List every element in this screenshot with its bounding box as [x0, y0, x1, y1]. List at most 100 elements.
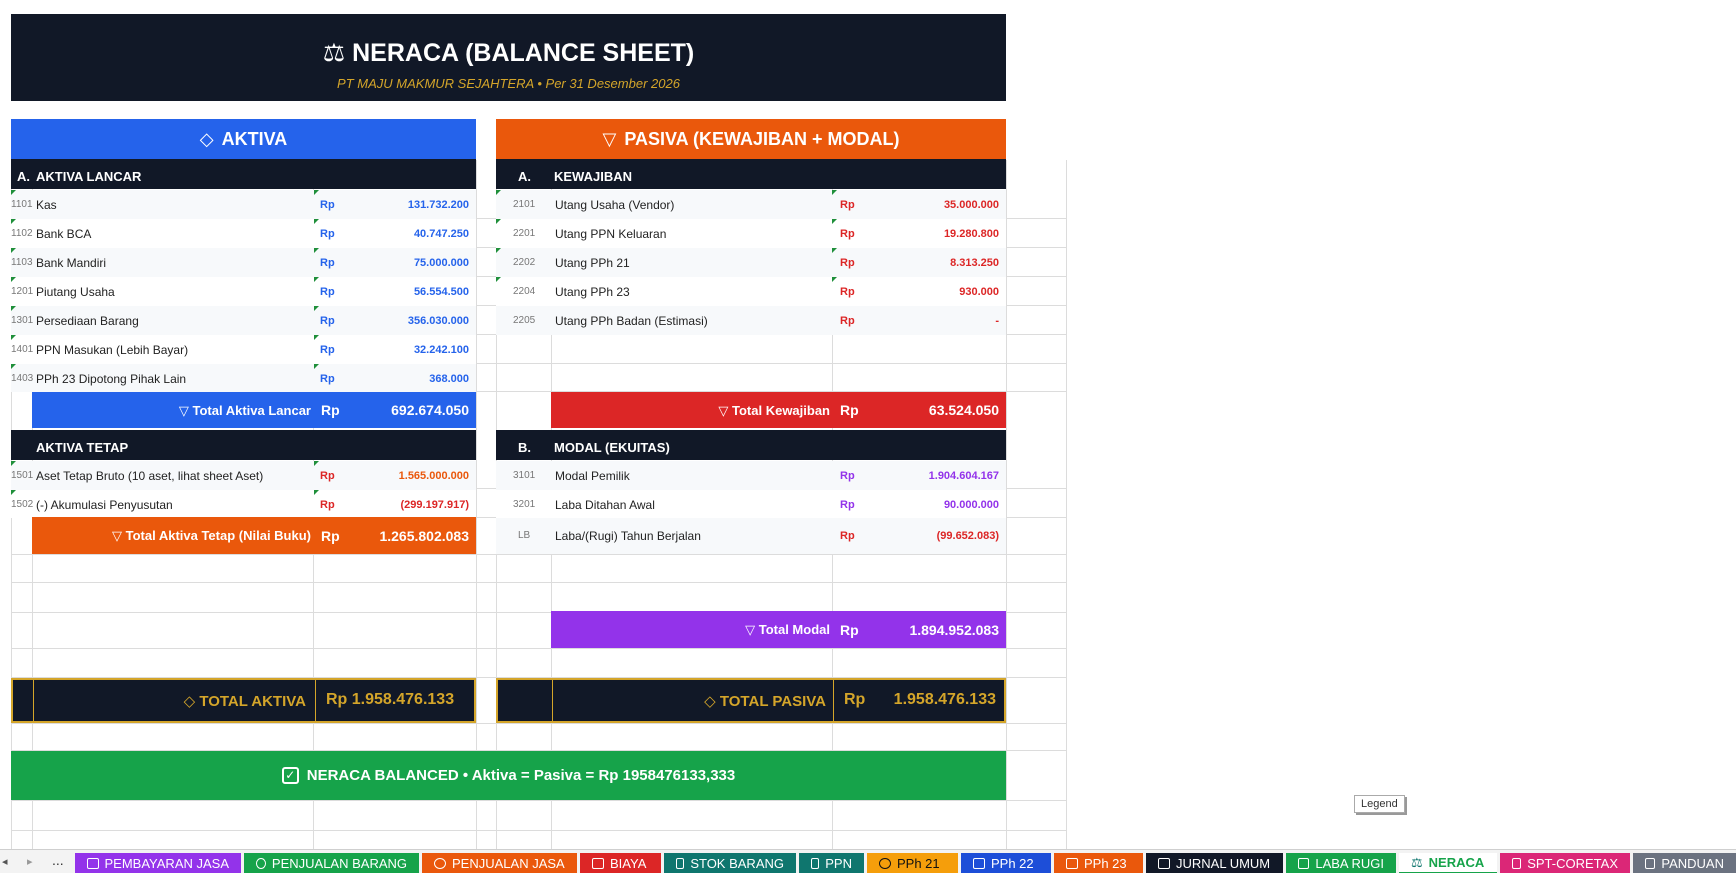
currency-label: Rp [320, 199, 335, 211]
account-label: Bank BCA [36, 227, 92, 241]
table-row[interactable]: 2101 Utang Usaha (Vendor) Rp 35.000.000 [496, 190, 1006, 219]
table-row[interactable]: 1101 Kas Rp 131.732.200 [11, 190, 476, 219]
currency-label: Rp [320, 257, 335, 269]
total-pasiva-row[interactable]: ◇ TOTAL PASIVA Rp 1.958.476.133 [496, 678, 1006, 723]
total-aktiva-tetap[interactable]: ▽ Total Aktiva Tetap (Nilai Buku) Rp 1.2… [32, 517, 476, 554]
total-kewajiban[interactable]: ▽ Total Kewajiban Rp 63.524.050 [551, 392, 1006, 428]
currency-label: Rp [321, 528, 340, 544]
currency-label: Rp [320, 315, 335, 327]
currency-label: Rp [840, 499, 855, 511]
currency-label: Rp [840, 470, 855, 482]
tab-neraca[interactable]: ⚖ NERACA [1399, 853, 1497, 873]
table-row[interactable]: 2201 Utang PPN Keluaran Rp 19.280.800 [496, 219, 1006, 248]
table-row[interactable]: 1401 PPN Masukan (Lebih Bayar) Rp 32.242… [11, 335, 476, 364]
triangle-down-icon: ▽ [602, 128, 617, 149]
account-value: 131.732.200 [407, 199, 469, 211]
account-code: 1502 [11, 499, 34, 510]
table-row[interactable]: 1201 Piutang Usaha Rp 56.554.500 [11, 277, 476, 306]
currency-label: Rp [840, 530, 855, 542]
briefcase-icon [87, 858, 99, 869]
tab-pph-21[interactable]: PPh 21 [867, 853, 958, 873]
table-row[interactable]: 1103 Bank Mandiri Rp 75.000.000 [11, 248, 476, 277]
open-book-icon [1645, 858, 1656, 869]
tab-pph-23[interactable]: PPh 23 [1054, 853, 1143, 873]
account-code: 1201 [11, 286, 34, 297]
document-icon [1512, 858, 1522, 869]
aktiva-header[interactable]: ◇ AKTIVA [11, 119, 476, 159]
table-row[interactable]: 3201 Laba Ditahan Awal Rp 90.000.000 [496, 490, 1006, 518]
account-value: 1.565.000.000 [398, 470, 469, 482]
account-code: 1101 [11, 199, 33, 210]
account-value: - [995, 315, 999, 327]
account-value: 368.000 [429, 373, 469, 385]
total-aktiva-row[interactable]: ◇ TOTAL AKTIVA Rp 1.958.476.133 [11, 678, 476, 723]
scale-icon: ⚖ [322, 39, 353, 67]
account-value: 356.030.000 [407, 315, 469, 327]
tab-ppn[interactable]: PPN [799, 853, 864, 873]
account-label: Aset Tetap Bruto (10 aset, lihat sheet A… [36, 469, 264, 483]
tab-laba-rugi[interactable]: LABA RUGI [1286, 853, 1396, 873]
currency-label: Rp [321, 402, 340, 418]
tab-panduan[interactable]: PANDUAN [1633, 853, 1736, 873]
grand-total-label: ◇ TOTAL AKTIVA [183, 693, 306, 710]
currency-label: Rp [320, 286, 335, 298]
tab-pph-22[interactable]: PPh 22 [961, 853, 1051, 873]
more-tabs-button[interactable]: ... [52, 852, 64, 868]
account-code: 2201 [513, 228, 536, 239]
modal-header[interactable]: B. MODAL (EKUITAS) [496, 430, 1006, 460]
section-title: MODAL (EKUITAS) [554, 440, 670, 455]
tab-penjualan-jasa[interactable]: PENJUALAN JASA [422, 853, 577, 873]
tab-jurnal-umum[interactable]: JURNAL UMUM [1146, 853, 1283, 873]
section-title: AKTIVA TETAP [36, 440, 129, 455]
sheet-header: ⚖ NERACA (BALANCE SHEET) PT MAJU MAKMUR … [11, 14, 1006, 101]
currency-label: Rp [840, 199, 855, 211]
table-row[interactable]: 2205 Utang PPh Badan (Estimasi) Rp - [496, 306, 1006, 335]
aktiva-lancar-header[interactable]: A. AKTIVA LANCAR [11, 159, 476, 189]
account-code: 2202 [513, 257, 536, 268]
account-value: (299.197.917) [400, 499, 470, 511]
box-icon [676, 858, 685, 869]
kewajiban-header[interactable]: A. KEWAJIBAN [496, 159, 1006, 189]
tab-pembayaran-jasa[interactable]: PEMBAYARAN JASA [75, 853, 241, 873]
line-chart-icon [1298, 858, 1310, 869]
tab-spt-coretax[interactable]: SPT-CORETAX [1500, 853, 1630, 873]
currency-label: Rp [840, 402, 859, 418]
pasiva-header[interactable]: ▽ PASIVA (KEWAJIBAN + MODAL) [496, 119, 1006, 159]
account-value: 19.280.800 [943, 228, 999, 240]
currency-label: Rp [320, 373, 335, 385]
account-code: LB [518, 530, 531, 541]
triangle-down-icon: ▽ [178, 403, 193, 418]
tab-penjualan-barang[interactable]: PENJUALAN BARANG [244, 853, 419, 873]
currency-label: Rp [320, 228, 335, 240]
total-modal[interactable]: ▽ Total Modal Rp 1.894.952.083 [551, 611, 1006, 648]
aktiva-tetap-header[interactable]: AKTIVA TETAP [11, 430, 476, 460]
account-label: Kas [36, 198, 57, 212]
table-row[interactable]: 2204 Utang PPh 23 Rp 930.000 [496, 277, 1006, 306]
table-row[interactable]: 1403 PPh 23 Dipotong Pihak Lain Rp 368.0… [11, 364, 476, 392]
account-label: PPh 23 Dipotong Pihak Lain [36, 372, 187, 386]
tab-biaya[interactable]: BIAYA [580, 853, 661, 873]
account-value: 8.313.250 [950, 257, 999, 269]
total-aktiva-lancar[interactable]: ▽ Total Aktiva Lancar Rp 692.674.050 [32, 392, 476, 428]
table-row[interactable]: 1502 (-) Akumulasi Penyusutan Rp (299.19… [11, 490, 476, 518]
tab-scroll-left-button[interactable]: ◂ [2, 855, 8, 868]
tab-stok-barang[interactable]: STOK BARANG [664, 853, 796, 873]
account-value: 1.904.604.167 [928, 470, 999, 482]
tab-scroll-right-button[interactable]: ▸ [27, 855, 33, 868]
balance-status-banner[interactable]: ✓ NERACA BALANCED • Aktiva = Pasiva = Rp… [11, 751, 1006, 800]
account-code: 1103 [11, 257, 33, 268]
bar-chart-icon [973, 858, 985, 869]
table-row[interactable]: 2202 Utang PPh 21 Rp 8.313.250 [496, 248, 1006, 277]
table-row[interactable]: LB Laba/(Rugi) Tahun Berjalan Rp (99.652… [496, 518, 1006, 554]
triangle-down-icon: ▽ [112, 528, 126, 543]
total-label: ▽ Total Aktiva Lancar [178, 403, 311, 418]
diamond-icon: ◇ [199, 128, 214, 149]
legend-tooltip: Legend [1354, 795, 1405, 813]
table-row[interactable]: 3101 Modal Pemilik Rp 1.904.604.167 [496, 461, 1006, 490]
table-row[interactable]: 1102 Bank BCA Rp 40.747.250 [11, 219, 476, 248]
table-row[interactable]: 1301 Persediaan Barang Rp 356.030.000 [11, 306, 476, 335]
account-value: 40.747.250 [413, 228, 469, 240]
table-row[interactable]: 1501 Aset Tetap Bruto (10 aset, lihat sh… [11, 461, 476, 490]
account-label: Utang PPN Keluaran [555, 227, 667, 241]
account-label: PPN Masukan (Lebih Bayar) [36, 343, 189, 357]
